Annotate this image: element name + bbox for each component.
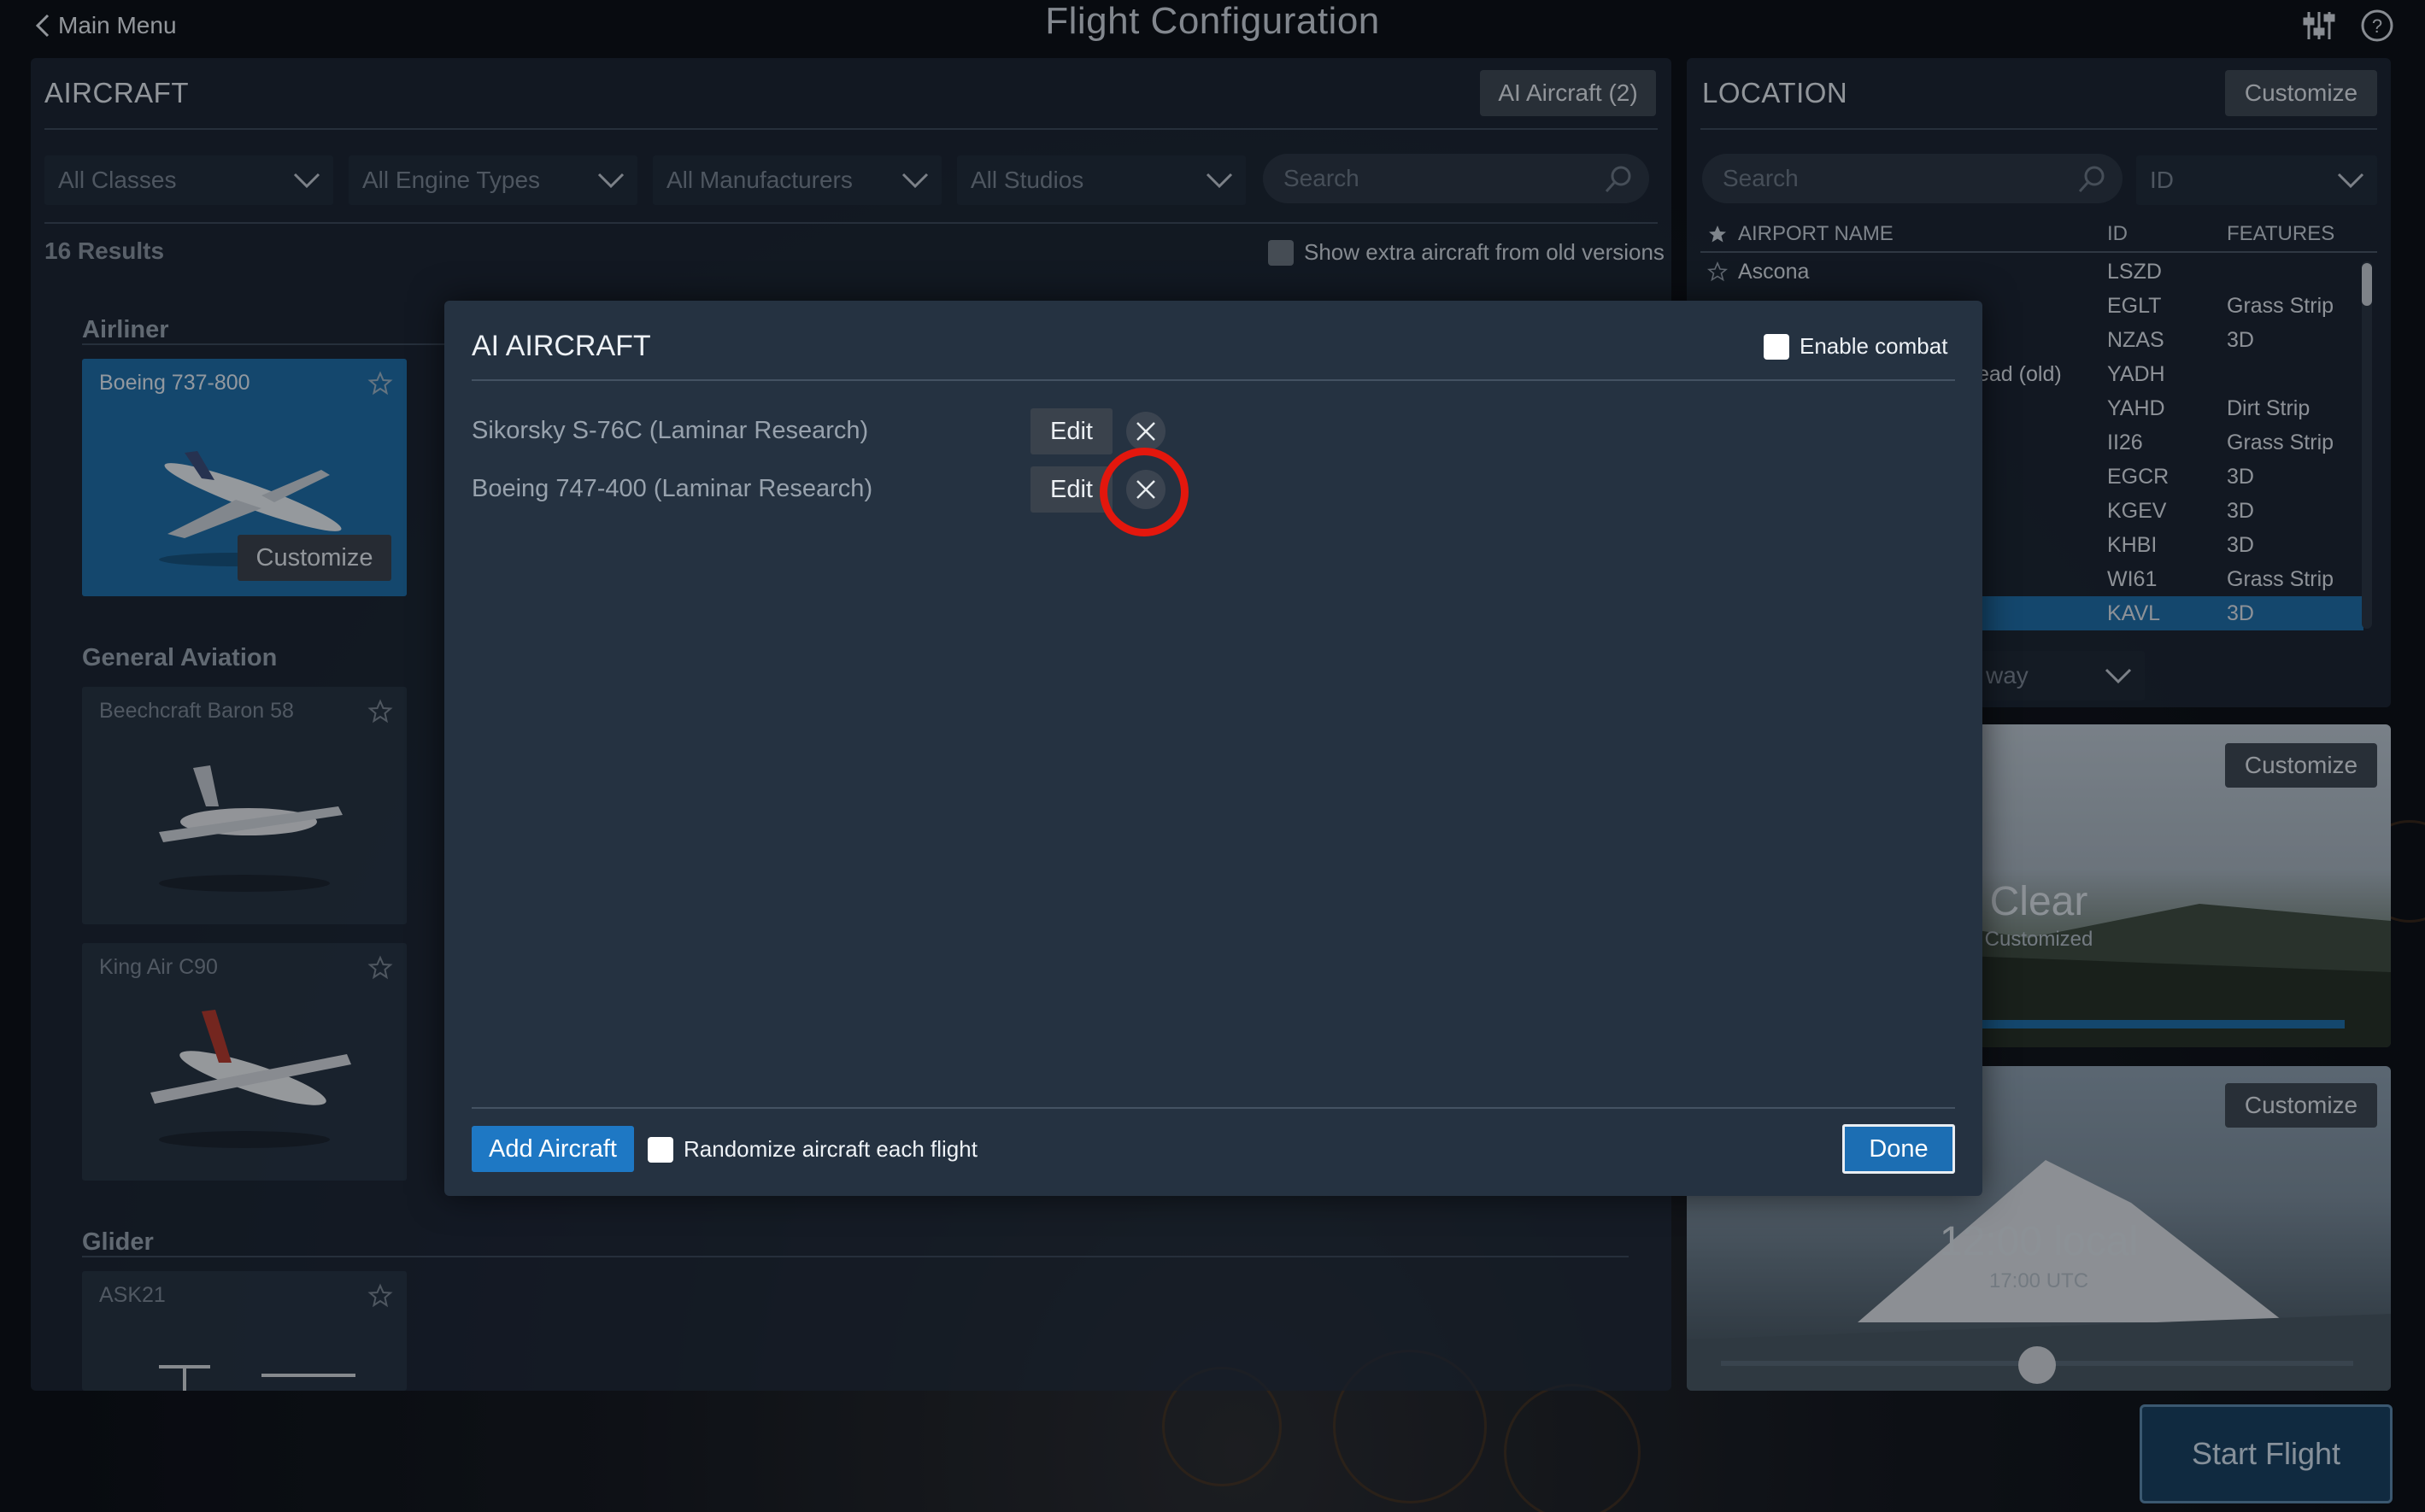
dialog-title: AI AIRCRAFT	[472, 330, 651, 362]
randomize-label: Randomize aircraft each flight	[684, 1136, 978, 1162]
close-icon	[1136, 422, 1155, 441]
highlight-ring	[1100, 448, 1189, 536]
ai-aircraft-dialog: AI AIRCRAFT Enable combat Sikorsky S-76C…	[444, 301, 1982, 1196]
edit-aircraft-button[interactable]: Edit	[1030, 408, 1113, 454]
ai-aircraft-row: Sikorsky S-76C (Laminar Research) Edit	[472, 408, 1241, 456]
enable-combat-checkbox[interactable]	[1764, 333, 1789, 360]
ai-aircraft-name: Boeing 747-400 (Laminar Research)	[472, 475, 873, 502]
remove-aircraft-button[interactable]	[1126, 412, 1166, 451]
randomize-toggle[interactable]: Randomize aircraft each flight	[648, 1136, 978, 1163]
randomize-checkbox[interactable]	[648, 1136, 673, 1163]
ai-aircraft-name: Sikorsky S-76C (Laminar Research)	[472, 417, 869, 444]
done-button[interactable]: Done	[1842, 1124, 1955, 1174]
enable-combat-label: Enable combat	[1800, 333, 1948, 359]
enable-combat-toggle[interactable]: Enable combat	[1764, 333, 1947, 360]
add-aircraft-button[interactable]: Add Aircraft	[472, 1126, 634, 1172]
